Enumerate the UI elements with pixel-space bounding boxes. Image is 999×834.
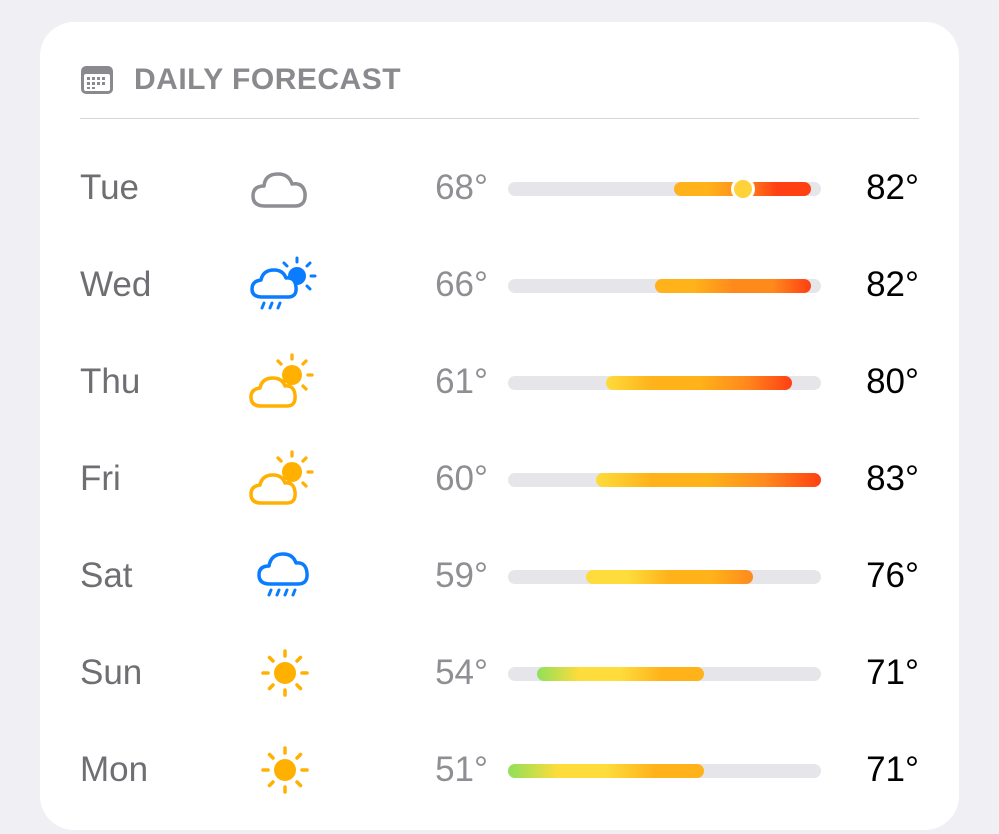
cloud-sun-icon [245,350,325,414]
temperature-range-bar [508,764,821,778]
forecast-header: DAILY FORECAST [80,62,401,98]
daily-forecast-card: DAILY FORECAST Tue 68° 82° Wed 66° 82° Thu 61° 8… [40,22,959,830]
high-temp: 76° [866,556,919,595]
low-temp: 61° [435,362,488,401]
day-label: Tue [80,168,140,207]
forecast-row-thu[interactable]: Thu 61° 80° [40,342,959,422]
temperature-range-bar [508,180,821,198]
high-temp: 71° [866,750,919,789]
cloud-rain-icon [245,544,325,608]
forecast-row-mon[interactable]: Mon 51° 71° [40,730,959,810]
low-temp: 59° [435,556,488,595]
temperature-range-fill [537,667,704,681]
cloud-sun-icon [245,447,325,511]
temperature-range-fill [605,376,792,390]
sun-icon [245,738,325,802]
low-temp: 54° [435,653,488,692]
temperature-range-fill [596,473,821,487]
forecast-row-wed[interactable]: Wed 66° 82° [40,245,959,325]
temperature-range-fill [586,570,753,584]
temperature-range-fill [508,764,704,778]
day-label: Sat [80,556,133,595]
day-label: Wed [80,265,152,304]
forecast-row-tue[interactable]: Tue 68° 82° [40,148,959,228]
forecast-row-fri[interactable]: Fri 60° 83° [40,439,959,519]
header-divider [80,118,919,119]
calendar-icon [81,66,113,94]
temperature-range-fill [654,279,812,293]
high-temp: 71° [866,653,919,692]
day-label: Sun [80,653,143,692]
temperature-range-bar [508,473,821,487]
high-temp: 82° [866,168,919,207]
temperature-range-bar [508,570,821,584]
day-label: Thu [80,362,141,401]
current-temp-indicator [733,180,752,198]
high-temp: 83° [866,459,919,498]
high-temp: 82° [866,265,919,304]
forecast-row-sat[interactable]: Sat 59° 76° [40,536,959,616]
forecast-title: DAILY FORECAST [134,63,402,96]
low-temp: 60° [435,459,488,498]
low-temp: 68° [435,168,488,207]
low-temp: 66° [435,265,488,304]
forecast-row-sun[interactable]: Sun 54° 71° [40,633,959,713]
day-label: Fri [80,459,121,498]
day-label: Mon [80,750,149,789]
cloud-icon [245,156,325,220]
sun-icon [245,641,325,705]
cloud-sun-rain-icon [245,253,325,317]
high-temp: 80° [866,362,919,401]
temperature-range-bar [508,376,821,390]
temperature-range-bar [508,279,821,293]
temperature-range-bar [508,667,821,681]
low-temp: 51° [435,750,488,789]
